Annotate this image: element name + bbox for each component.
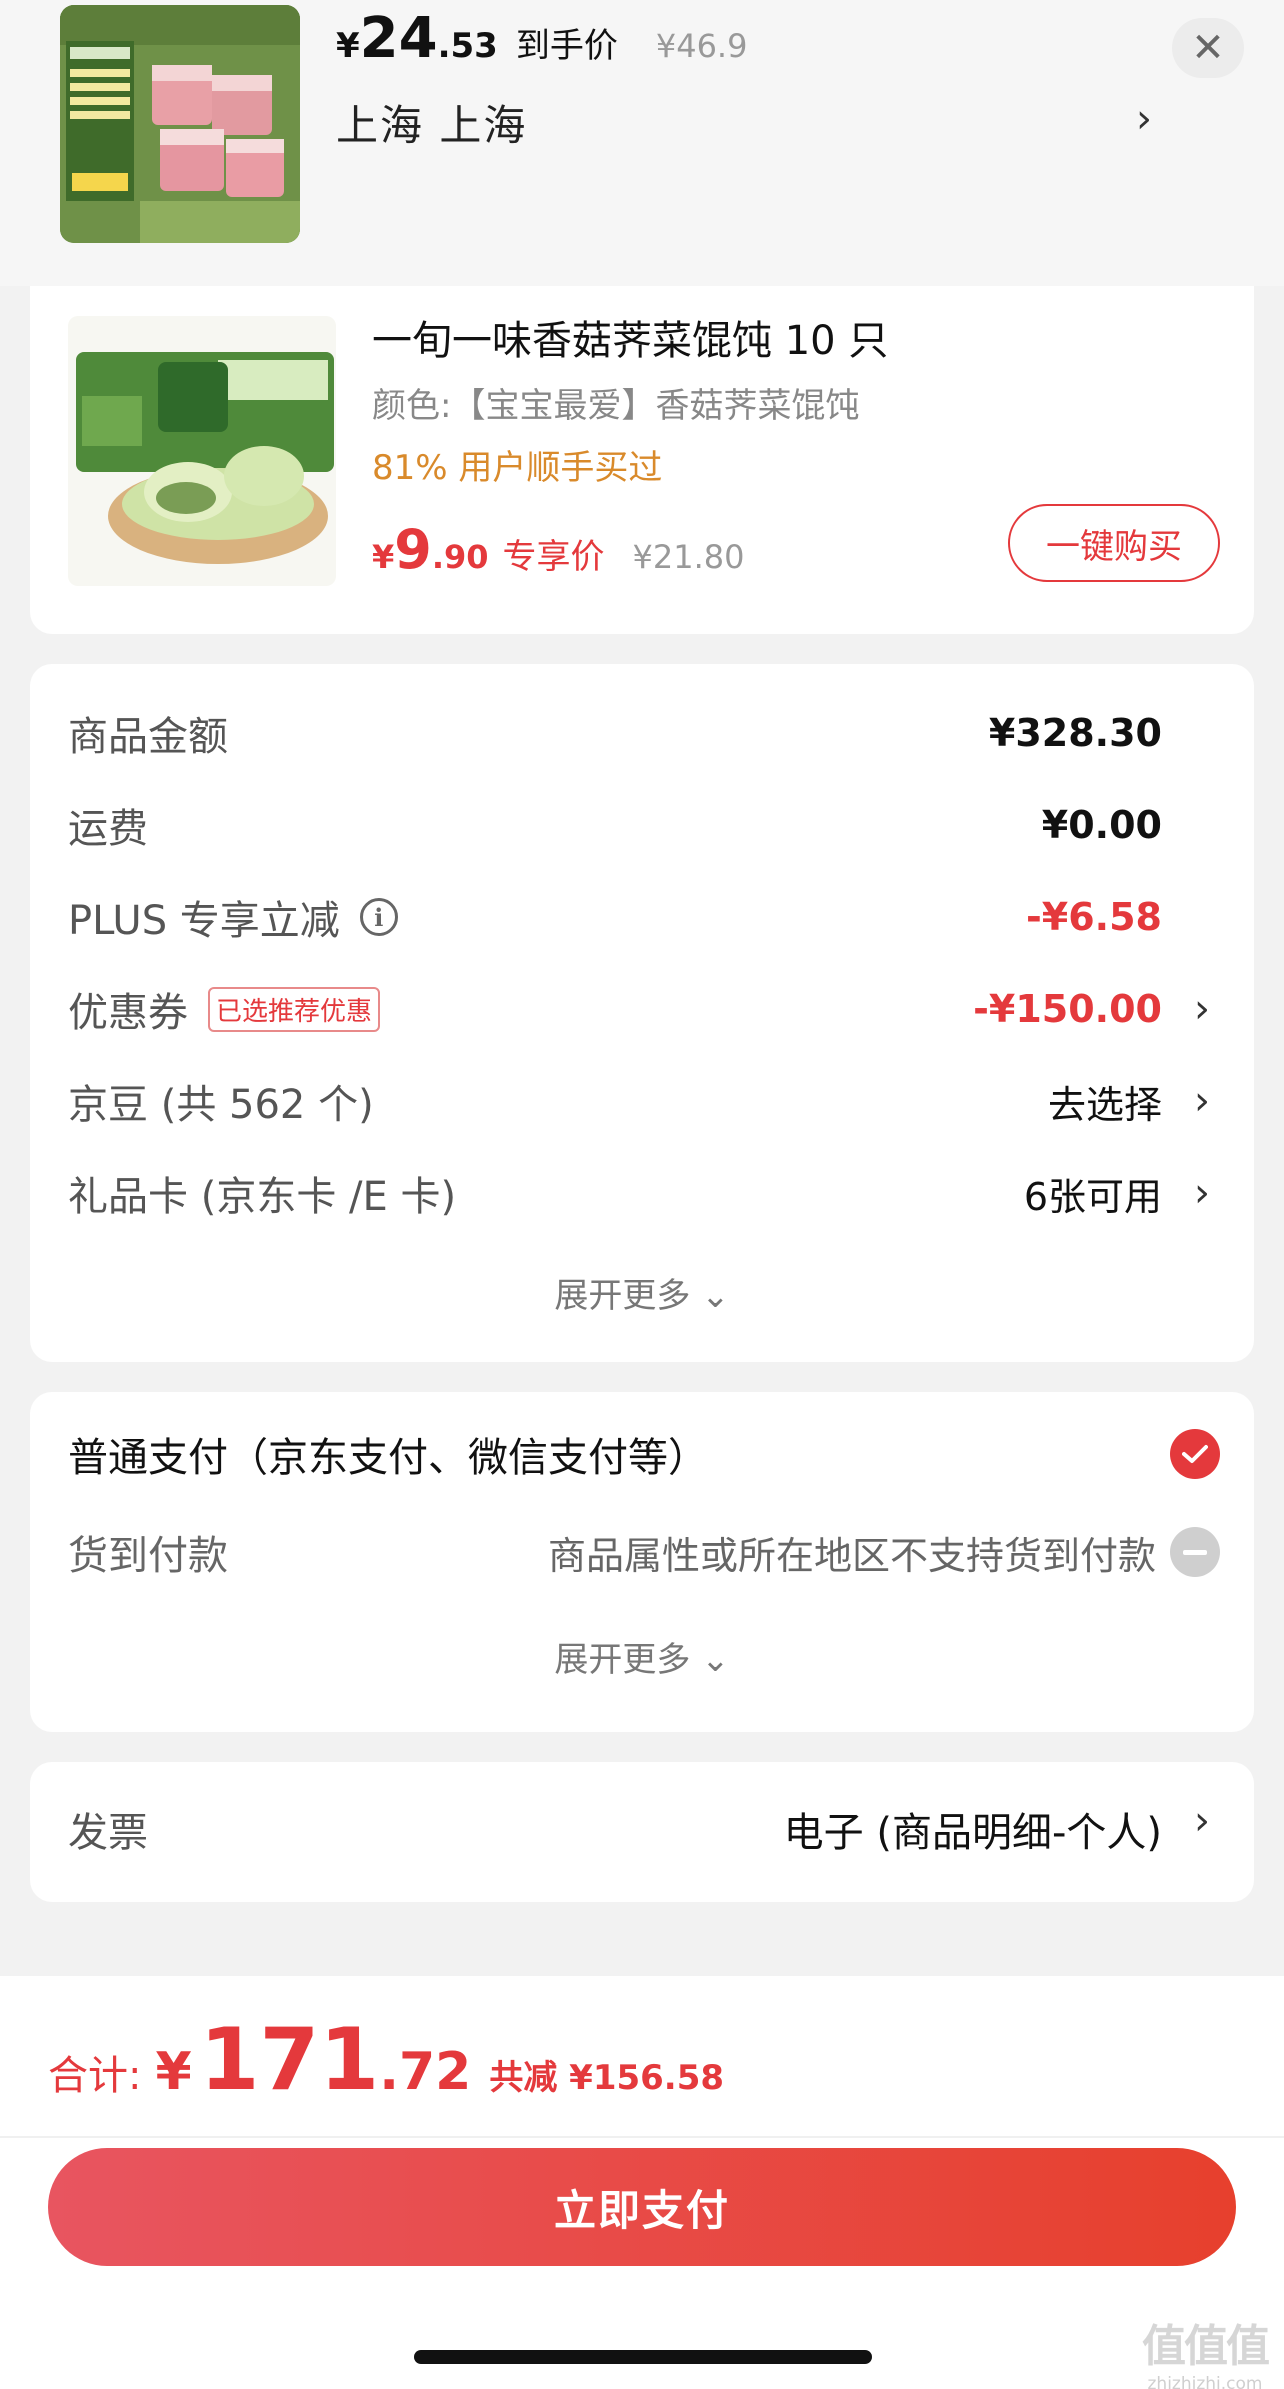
top-price-integer: 24 [359, 6, 438, 71]
chevron-right-icon[interactable]: › [1194, 1798, 1210, 1844]
chevron-right-icon[interactable]: › [1194, 1170, 1210, 1216]
checkmark-icon[interactable] [1170, 1429, 1220, 1479]
cod-payment-option: 货到付款 商品属性或所在地区不支持货到付款 [68, 1512, 1254, 1592]
total-integer: 171 [199, 2010, 380, 2110]
expand-more-amounts[interactable]: 展开更多 ⌄ [30, 1268, 1254, 1317]
watermark-glyphs: 值值值 [1142, 2321, 1270, 2372]
info-icon[interactable]: i [359, 898, 398, 936]
coupon-value: -¥150.00 [973, 987, 1162, 1031]
shipping-row: 运费 ¥0.00 [68, 790, 1254, 860]
chevron-right-icon[interactable]: › [1194, 986, 1210, 1032]
purchase-stat: 81% 用户顺手买过 [372, 448, 663, 488]
expand-more-payment[interactable]: 展开更多 ⌄ [30, 1632, 1254, 1681]
total-savings[interactable]: 共减 ¥156.58 [489, 2050, 724, 2099]
giftcard-label: 礼品卡 (京东卡 /E 卡) [68, 1174, 457, 1220]
chevron-right-icon[interactable]: › [1136, 96, 1152, 142]
cod-label: 货到付款 [68, 1533, 228, 1579]
watermark-url: zhizhizhi.com [1147, 2374, 1263, 2389]
plus-discount-label: PLUS 专享立减 [68, 898, 340, 944]
coupon-selected-badge: 已选推荐优惠 [208, 986, 381, 1032]
coupon-label: 优惠券 [68, 990, 188, 1036]
delivery-location[interactable]: 上海 上海 [336, 92, 527, 153]
order-amount-card: 商品金额 ¥328.30 运费 ¥0.00 PLUS 专享立减 i -¥6.58… [30, 664, 1254, 1362]
recommended-product-card: 一旬一味香菇荠菜馄饨 10 只 颜色:【宝宝最爱】香菇荠菜馄饨 81% 用户顺手… [30, 286, 1254, 634]
giftcard-value[interactable]: 6张可用 [1024, 1166, 1162, 1221]
invoice-value[interactable]: 电子 (商品明细-个人) [784, 1800, 1162, 1858]
top-price-decimal: .53 [437, 26, 498, 66]
rec-price-tag: 专享价 [502, 537, 605, 577]
invoice-card[interactable]: 发票 电子 (商品明细-个人) › [30, 1762, 1254, 1902]
top-price-tag: 到手价 [515, 26, 618, 66]
normal-payment-label: 普通支付（京东支付、微信支付等） [68, 1435, 708, 1481]
jingdou-label: 京豆 (共 562 个) [68, 1082, 374, 1128]
rec-price-decimal: .90 [431, 538, 489, 576]
close-icon[interactable]: ✕ [1172, 18, 1244, 78]
plus-discount-row: PLUS 专享立减 i -¥6.58 [68, 882, 1254, 952]
product-thumbnail-wonton[interactable] [68, 316, 336, 586]
recommended-price: ¥ 9 .90 专享价 ¥21.80 [372, 518, 745, 581]
rec-original-price: ¥21.80 [632, 538, 745, 576]
order-total: 合计: ¥ 171 .72 共减 ¥156.58 [48, 2010, 724, 2110]
goods-amount-label: 商品金额 [68, 714, 228, 760]
chevron-right-icon[interactable]: › [1194, 1078, 1210, 1124]
recommended-product-title[interactable]: 一旬一味香菇荠菜馄饨 10 只 [372, 308, 888, 366]
product-thumbnail-pork[interactable] [60, 5, 300, 243]
jingdou-value[interactable]: 去选择 [1048, 1074, 1162, 1129]
checkout-bar: 合计: ¥ 171 .72 共减 ¥156.58 立即支付 值值值 zhizhi… [0, 1976, 1284, 2389]
total-label: 合计: [48, 2053, 142, 2099]
plus-discount-label-group: PLUS 专享立减 i [68, 888, 398, 946]
shipping-value: ¥0.00 [1041, 803, 1162, 847]
cod-unavailable-note: 商品属性或所在地区不支持货到付款 [547, 1533, 1156, 1578]
normal-payment-option[interactable]: 普通支付（京东支付、微信支付等） [68, 1414, 1254, 1494]
payment-method-card: 普通支付（京东支付、微信支付等） 货到付款 商品属性或所在地区不支持货到付款 展… [30, 1392, 1254, 1732]
shipping-label: 运费 [68, 806, 148, 852]
goods-amount-row: 商品金额 ¥328.30 [68, 698, 1254, 768]
giftcard-row[interactable]: 礼品卡 (京东卡 /E 卡) 6张可用 › [68, 1158, 1254, 1228]
floating-product-bar: ¥ 24 .53 到手价 ¥46.9 上海 上海 › ✕ [0, 0, 1284, 286]
top-price: ¥ 24 .53 到手价 ¥46.9 [336, 6, 747, 82]
jingdou-row[interactable]: 京豆 (共 562 个) 去选择 › [68, 1066, 1254, 1136]
total-decimal: .72 [379, 2042, 472, 2102]
goods-amount-value: ¥328.30 [988, 711, 1162, 755]
top-price-currency: ¥ [336, 26, 360, 66]
top-original-price: ¥46.9 [655, 27, 748, 65]
home-indicator[interactable] [414, 2350, 872, 2364]
invoice-label: 发票 [68, 1810, 148, 1856]
one-click-buy-button[interactable]: 一键购买 [1008, 504, 1220, 582]
disabled-radio-icon [1170, 1527, 1220, 1577]
plus-discount-value: -¥6.58 [1026, 895, 1162, 939]
recommended-product-spec: 颜色:【宝宝最爱】香菇荠菜馄饨 [372, 386, 860, 426]
watermark-logo: 值值值 zhizhizhi.com [1132, 2310, 1278, 2389]
divider [0, 2136, 1284, 2138]
pay-now-button[interactable]: 立即支付 [48, 2148, 1236, 2266]
rec-price-currency: ¥ [372, 538, 395, 576]
total-currency: ¥ [155, 2042, 192, 2102]
coupon-row[interactable]: 优惠券 已选推荐优惠 -¥150.00 › [68, 974, 1254, 1044]
rec-price-integer: 9 [394, 518, 432, 581]
coupon-label-group: 优惠券 已选推荐优惠 [68, 980, 381, 1038]
